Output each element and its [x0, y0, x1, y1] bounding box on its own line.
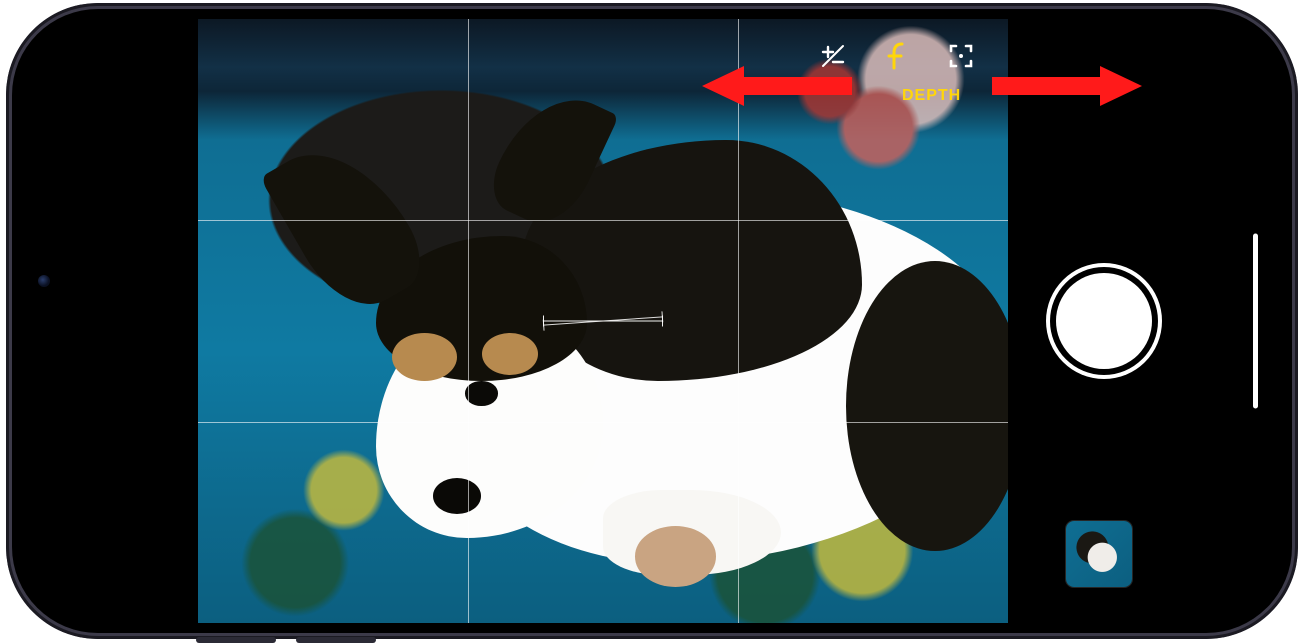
depth-label: DEPTH — [902, 87, 961, 105]
volume-up-button[interactable] — [196, 637, 276, 643]
shutter-button[interactable] — [1056, 273, 1152, 369]
iphone-chassis: DEPTH — [6, 3, 1298, 639]
last-photo-thumbnail[interactable] — [1066, 521, 1132, 587]
exposure-icon[interactable] — [818, 41, 848, 71]
top-tool-cluster — [818, 41, 976, 71]
screen: DEPTH — [22, 19, 1282, 623]
grid-line — [468, 19, 469, 623]
camera-viewfinder[interactable] — [198, 19, 1008, 623]
home-indicator[interactable] — [1253, 234, 1258, 409]
grid-line — [738, 19, 739, 623]
frame-corners-icon[interactable] — [946, 41, 976, 71]
volume-down-button[interactable] — [296, 637, 376, 643]
phone-bezel: DEPTH — [12, 9, 1292, 633]
grid-line — [198, 422, 1008, 423]
dynamic-island — [26, 261, 62, 381]
grid-line — [198, 220, 1008, 221]
annotation-arrow-right — [992, 63, 1142, 109]
aperture-f-icon[interactable] — [882, 41, 912, 71]
